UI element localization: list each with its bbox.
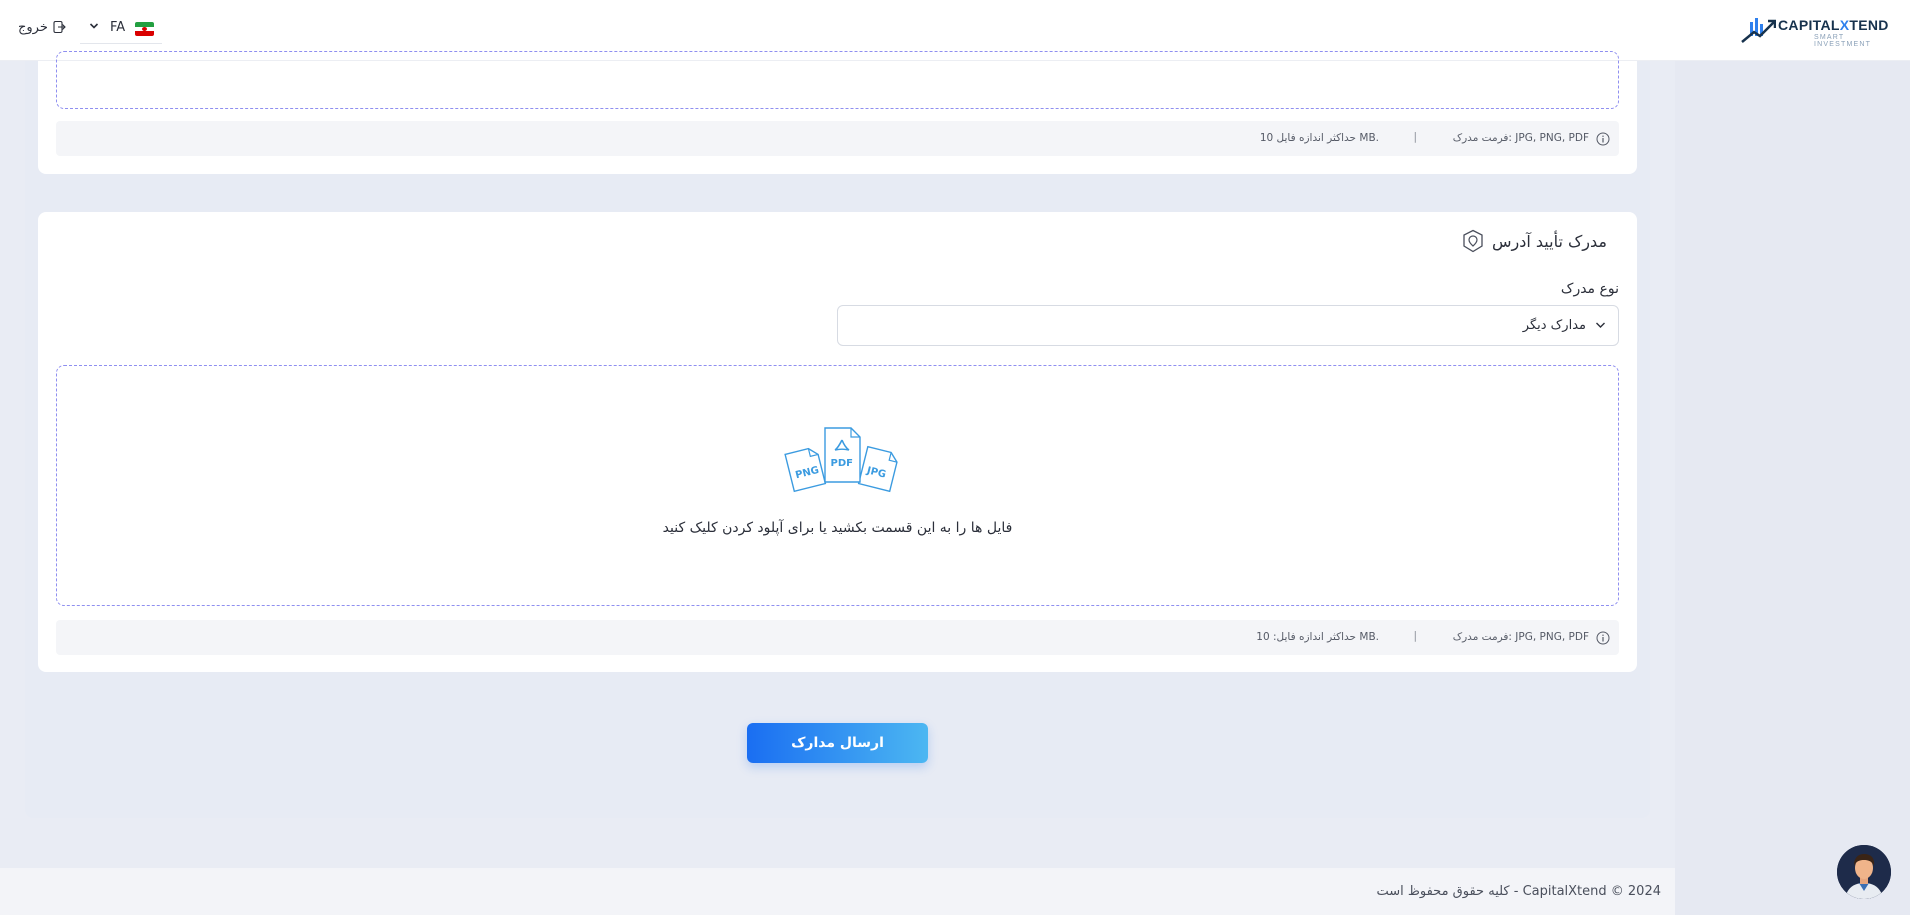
file-types-icon: PNG JPG PDF xyxy=(784,427,898,493)
support-agent-icon xyxy=(1837,845,1891,899)
language-code: FA xyxy=(110,20,126,35)
file-upload-dropzone[interactable]: PNG JPG PDF فایل ها را به این قسمت بکشید… xyxy=(56,365,1619,606)
chevron-down-icon xyxy=(1596,322,1605,328)
previous-document-card: فرمت مدرک: JPG, PNG, PDF | حداکثر اندازه… xyxy=(38,51,1637,174)
format-text: فرمت مدرک: JPG, PNG, PDF xyxy=(1452,132,1589,144)
info-separator: | xyxy=(1413,131,1417,143)
support-avatar[interactable] xyxy=(1837,845,1891,899)
document-type-label: نوع مدرک xyxy=(1560,281,1619,297)
copyright-text: 2024 © CapitalXtend - کلیه حقوق محفوظ اس… xyxy=(1376,884,1661,899)
iran-flag-icon xyxy=(135,22,154,36)
previous-file-info-bar: فرمت مدرک: JPG, PNG, PDF | حداکثر اندازه… xyxy=(56,121,1619,156)
logo-wordmark: CAPITALXTEND xyxy=(1778,17,1889,33)
info-icon xyxy=(1596,631,1610,645)
dropzone-hint: فایل ها را به این قسمت بکشید یا برای آپل… xyxy=(662,520,1013,536)
location-shield-icon xyxy=(1463,229,1483,253)
logout-button[interactable]: خروج xyxy=(18,17,66,37)
logo-mark-icon xyxy=(1741,18,1776,43)
right-side-panel xyxy=(1675,0,1910,915)
page-footer: 2024 © CapitalXtend - کلیه حقوق محفوظ اس… xyxy=(0,868,1675,915)
logo-tagline: SMART INVESTMENT xyxy=(1814,34,1872,48)
language-selector[interactable]: FA xyxy=(80,12,162,44)
file-info-bar: فرمت مدرک: JPG, PNG, PDF | حداکثر اندازه… xyxy=(56,620,1619,655)
max-size-text: حداکثر اندازه فایل 10 MB. xyxy=(1259,132,1379,144)
info-icon xyxy=(1596,132,1610,146)
pdf-badge: PDF xyxy=(831,458,853,469)
submit-documents-button[interactable]: ارسال مدارک xyxy=(747,723,928,763)
info-separator: | xyxy=(1413,630,1417,642)
logout-label: خروج xyxy=(18,19,48,35)
document-type-value: مدارک دیگر xyxy=(1522,318,1586,333)
chevron-down-icon xyxy=(89,23,99,29)
logout-icon xyxy=(53,20,66,34)
max-size-text: حداکثر اندازه فایل: 10 MB. xyxy=(1256,631,1379,643)
address-proof-card: مدرک تأیید آدرس نوع مدرک مدارک دیگر PNG … xyxy=(38,212,1637,672)
document-type-select[interactable]: مدارک دیگر xyxy=(837,305,1619,346)
brand-logo[interactable]: CAPITALXTEND SMART INVESTMENT xyxy=(1740,12,1892,48)
section-title: مدرک تأیید آدرس xyxy=(1462,229,1607,253)
address-proof-title: مدرک تأیید آدرس xyxy=(1491,231,1607,251)
format-text: فرمت مدرک: JPG, PNG, PDF xyxy=(1452,631,1589,643)
previous-dropzone[interactable] xyxy=(56,51,1619,109)
